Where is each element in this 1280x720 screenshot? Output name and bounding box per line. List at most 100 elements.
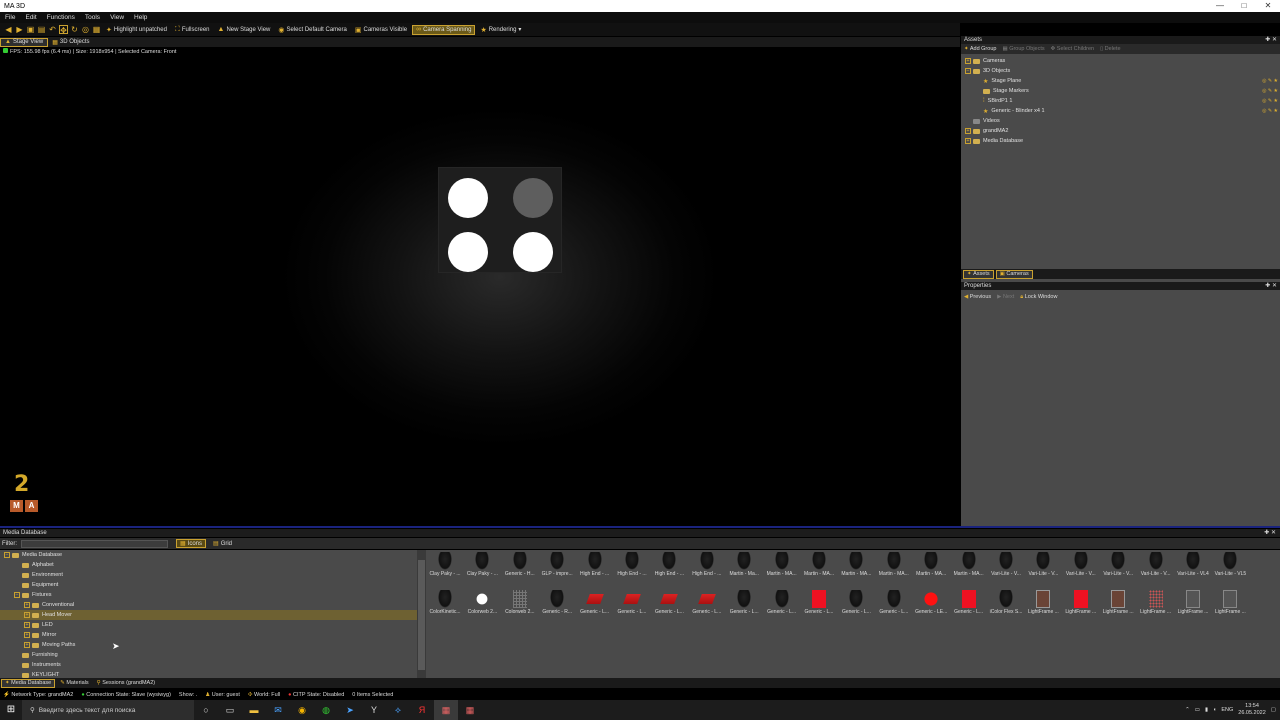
media-item[interactable]: High End - ...	[613, 550, 651, 586]
tree-item[interactable]: −3D Objects	[961, 66, 1280, 76]
camera-spanning-button[interactable]: ∞ Camera Spanning	[412, 24, 476, 35]
expand-icon[interactable]: +	[24, 622, 30, 628]
media-item[interactable]: Martin - MA...	[950, 550, 988, 586]
forward-arrow-icon[interactable]: ▶	[15, 25, 24, 34]
media-item[interactable]: Generic - L...	[800, 588, 838, 624]
open-icon[interactable]: ▣	[26, 25, 35, 34]
expand-icon[interactable]: +	[24, 612, 30, 618]
tree-item[interactable]: +Alphabet	[0, 560, 418, 570]
maximize-button[interactable]: □	[1232, 0, 1256, 12]
media-item[interactable]: Generic - L...	[576, 588, 614, 624]
tree-item[interactable]: + Cameras	[961, 56, 1280, 66]
task-view-icon[interactable]: ▭	[218, 700, 242, 720]
tree-item[interactable]: ★ Stage Plane ◎ ✎ ★	[961, 76, 1280, 86]
media-item[interactable]: LightFrame ...	[1099, 588, 1137, 624]
chrome-icon[interactable]: ◉	[290, 700, 314, 720]
clock[interactable]: 13:54 26.05.2022	[1238, 703, 1266, 717]
menu-help[interactable]: Help	[129, 14, 152, 21]
tree-item[interactable]: +KEYLIGHT	[0, 670, 418, 678]
grandma-app-icon[interactable]: ▦	[458, 700, 482, 720]
media-item[interactable]: Generic - L...	[950, 588, 988, 624]
notifications-icon[interactable]: ▢	[1271, 707, 1276, 713]
media-item[interactable]: High End - ...	[688, 550, 726, 586]
media-item[interactable]: LightFrame ...	[1062, 588, 1100, 624]
media-item[interactable]: Generic - L...	[725, 588, 763, 624]
tree-item[interactable]: + Head Mover	[0, 610, 418, 620]
tab-cameras[interactable]: ▣ Cameras	[995, 269, 1033, 279]
media-item[interactable]: Generic - L...	[613, 588, 651, 624]
language-indicator[interactable]: ENG	[1221, 707, 1233, 713]
tree-item[interactable]: + Moving Paths	[0, 640, 418, 650]
collapse-icon[interactable]: −	[4, 552, 10, 558]
media-item[interactable]: Vari-Lite - V...	[1099, 550, 1137, 586]
media-item[interactable]: Martin - MA...	[800, 550, 838, 586]
telegram-icon[interactable]: ➤	[338, 700, 362, 720]
media-item[interactable]: iColor Flex S...	[987, 588, 1025, 624]
tree-item[interactable]: +Furnishing	[0, 650, 418, 660]
media-item[interactable]: Martin - Ma...	[725, 550, 763, 586]
media-item[interactable]: Colorweb 2...	[501, 588, 539, 624]
icons-view-button[interactable]: ▦ Icons	[176, 539, 207, 548]
media-item[interactable]: Generic - L...	[763, 588, 801, 624]
volume-icon[interactable]: ◖	[1213, 707, 1216, 713]
tab-3d-objects[interactable]: ▦ 3D Objects	[48, 38, 93, 47]
snap-icon[interactable]: ▦	[92, 25, 101, 34]
add-group-button[interactable]: ✦ Add Group	[964, 46, 996, 52]
tree-item[interactable]: Videos	[961, 116, 1280, 126]
visibility-lock-icons[interactable]: ◎ ✎ ★	[1262, 88, 1278, 94]
vscode-icon[interactable]: ⟡	[386, 700, 410, 720]
whatsapp-icon[interactable]: ◍	[314, 700, 338, 720]
battery-icon[interactable]: ▮	[1205, 707, 1208, 713]
tab-assets[interactable]: ✦ Assets	[963, 269, 994, 279]
media-item[interactable]: Generic - L...	[650, 588, 688, 624]
select-children-button[interactable]: ✥ Select Children	[1051, 46, 1094, 52]
tab-stage-view[interactable]: ▲ Stage View	[0, 37, 49, 47]
delete-button[interactable]: ▯ Delete	[1100, 46, 1120, 52]
close-button[interactable]: ✕	[1256, 0, 1280, 12]
media-item[interactable]: High End - ...	[650, 550, 688, 586]
stage-viewport[interactable]: FPS: 155.98 fps (6.4 ms) | Size: 1918x95…	[0, 47, 960, 525]
media-item[interactable]: Vari-Lite - VL4	[1174, 550, 1212, 586]
tree-scrollbar[interactable]	[417, 550, 426, 678]
rendering-button[interactable]: ★ Rendering ▾	[477, 25, 524, 35]
menu-functions[interactable]: Functions	[42, 14, 80, 21]
panel-divider[interactable]	[0, 526, 1280, 528]
group-objects-button[interactable]: ▦ Group Objects	[1002, 46, 1044, 52]
windows-start-icon[interactable]: ⊞	[0, 700, 22, 720]
tree-item[interactable]: + grandMA2	[961, 126, 1280, 136]
media-item[interactable]: Vari-Lite - VL5	[1211, 550, 1249, 586]
visibility-lock-icons[interactable]: ◎ ✎ ★	[1262, 108, 1278, 114]
collapse-icon[interactable]: −	[14, 592, 20, 598]
cameras-visible-button[interactable]: ▣ Cameras Visible	[352, 25, 410, 35]
media-item[interactable]: LightFrame ...	[1211, 588, 1249, 624]
back-arrow-icon[interactable]: ◀	[4, 25, 13, 34]
media-item[interactable]: Vari-Lite - V...	[1137, 550, 1175, 586]
media-item[interactable]: ColorKinetic...	[426, 588, 464, 624]
media-item[interactable]: LightFrame ...	[1024, 588, 1062, 624]
media-item[interactable]: Clay Paky - ...	[426, 550, 464, 586]
expand-icon[interactable]: +	[965, 58, 971, 64]
media-item[interactable]: Vari-Lite - V...	[1024, 550, 1062, 586]
tray-chevron-icon[interactable]: ⌃	[1185, 707, 1190, 713]
visibility-lock-icons[interactable]: ◎ ✎ ★	[1262, 78, 1278, 84]
minimize-button[interactable]: —	[1208, 0, 1232, 12]
tab-materials[interactable]: ✎ Materials	[57, 679, 91, 688]
media-item[interactable]: GLP - impre...	[538, 550, 576, 586]
scrollbar-thumb[interactable]	[418, 560, 425, 670]
rotate-icon[interactable]: ↻	[70, 25, 79, 34]
media-item[interactable]: LightFrame ...	[1174, 588, 1212, 624]
tab-media-database[interactable]: ✦ Media Database	[1, 678, 56, 688]
tab-sessions[interactable]: ⚲ Sessions (grandMA2)	[94, 679, 158, 688]
media-item[interactable]: Colorweb 2...	[463, 588, 501, 624]
lock-window-button[interactable]: 🔒︎ Lock Window	[1020, 294, 1057, 301]
yandex-browser-icon[interactable]: Y	[362, 700, 386, 720]
ma3d-app-icon[interactable]: ▦	[434, 700, 458, 720]
previous-button[interactable]: ◀ Previous	[964, 294, 991, 300]
tree-item[interactable]: − Media Database	[0, 550, 418, 560]
expand-icon[interactable]: +	[965, 138, 971, 144]
tree-item[interactable]: + Mirror	[0, 630, 418, 640]
filter-input[interactable]	[21, 539, 168, 548]
highlight-unpatched-button[interactable]: ✦ Highlight unpatched	[103, 25, 170, 35]
tree-item[interactable]: − Fixtures	[0, 590, 418, 600]
media-item[interactable]: Generic - L...	[837, 588, 875, 624]
